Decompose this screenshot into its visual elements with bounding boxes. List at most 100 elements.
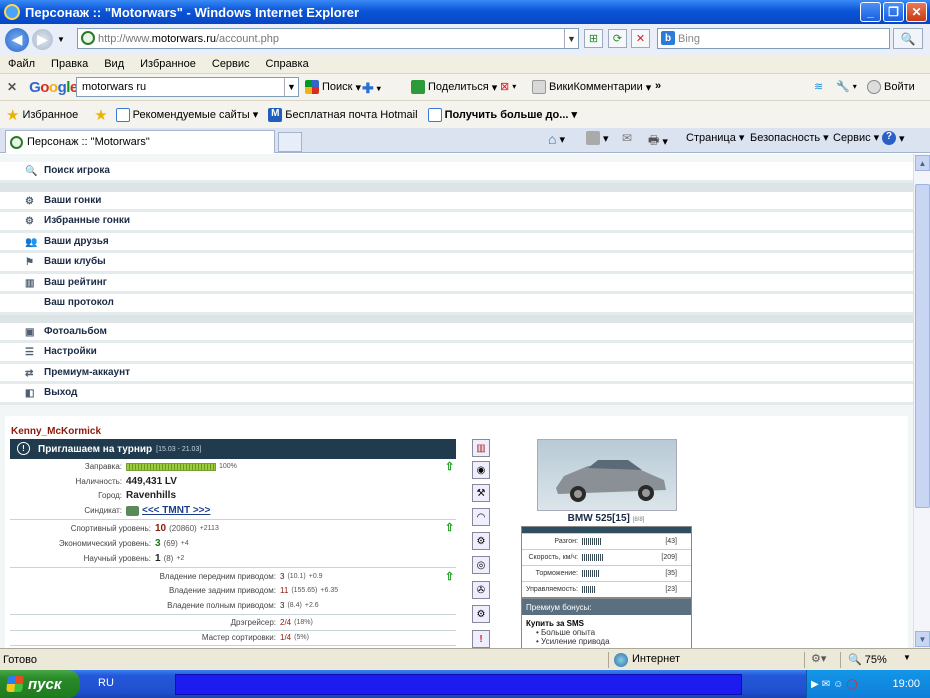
tires-icon[interactable]: ▥ <box>472 439 490 457</box>
site-menu: 🔍 Поиск игрока ⚙ Ваши гонки ⚙ Избранные гон… <box>0 162 913 405</box>
google-search-input[interactable]: motorwars ru ▼ <box>76 77 299 97</box>
wrench-icon[interactable]: 🔧 ▾ <box>836 80 857 93</box>
search-button[interactable]: 🔍 <box>893 28 923 49</box>
menu-tools[interactable]: Сервис <box>212 58 250 70</box>
player-name[interactable]: Kenny_McKormick <box>11 426 101 437</box>
search-input[interactable]: b Bing <box>657 28 890 49</box>
recent-pages-dropdown[interactable]: ▼ <box>57 35 65 44</box>
menu-favorites[interactable]: Избранное <box>140 58 196 70</box>
messenger-icon[interactable]: ☺ <box>833 679 843 690</box>
menu-item-friends[interactable]: 👥 Ваши друзья <box>0 232 913 253</box>
menu-file[interactable]: Файл <box>8 58 35 70</box>
google-search-dropdown[interactable]: ▼ <box>284 78 298 96</box>
buy-sms-link[interactable]: Купить за SMS <box>522 615 691 628</box>
stop-button[interactable]: ✕ <box>631 29 650 48</box>
refresh-button[interactable]: ⟳ <box>608 29 627 48</box>
clock: 19:00 <box>892 678 920 690</box>
close-button[interactable]: ✕ <box>906 2 927 22</box>
warning-icon[interactable]: ! <box>472 630 490 648</box>
plus-icon[interactable]: ✚ ▾ <box>362 80 381 97</box>
menu-item-your-races[interactable]: ⚙ Ваши гонки <box>0 191 913 212</box>
close-toolbar-icon[interactable]: ✕ <box>7 80 17 94</box>
address-dropdown[interactable]: ▼ <box>564 29 578 48</box>
forward-button[interactable]: ▶ <box>32 29 53 50</box>
print-button[interactable]: 🖶 ▾ <box>648 131 668 152</box>
fav-suggested-sites[interactable]: Рекомендуемые сайты ▾ <box>133 108 259 121</box>
wifi-icon[interactable]: ≋ <box>814 80 823 93</box>
bing-icon: b <box>661 31 675 45</box>
job-sorting-row: Мастер сортировки: 1/4 (5%) <box>201 633 309 642</box>
menu-item-clubs[interactable]: ⚑ Ваши клубы <box>0 253 913 274</box>
syndicate-row: Синдикат: <<< TMNT >>> <box>84 505 211 516</box>
fav-hotmail[interactable]: Бесплатная почта Hotmail <box>285 109 417 121</box>
menu-item-premium[interactable]: ⇄ Премиум-аккаунт <box>0 363 913 384</box>
menu-item-photo-album[interactable]: ▣ Фотоальбом <box>0 322 913 343</box>
menu-view[interactable]: Вид <box>104 58 124 70</box>
wheel-icon[interactable]: ◉ <box>472 461 490 479</box>
menu-item-settings[interactable]: ☰ Настройки <box>0 343 913 364</box>
share-button[interactable]: Поделиться ▾ <box>411 80 497 94</box>
menu-item-search-player[interactable]: 🔍 Поиск игрока <box>0 162 913 183</box>
car-name[interactable]: BMW 525[15] [8/8] <box>521 513 691 524</box>
mail-tray-icon[interactable]: ✉ <box>822 679 830 690</box>
feeds-button[interactable]: ▾ <box>586 131 609 145</box>
security-zone[interactable]: Интернет <box>632 653 680 665</box>
menu-item-protocol[interactable]: Ваш протокол <box>0 294 913 315</box>
brake-icon[interactable]: ◎ <box>472 556 490 574</box>
zoom-control[interactable]: 🔍 75% <box>848 653 887 666</box>
gauge-icon[interactable]: ◠ <box>472 508 490 526</box>
help-button[interactable]: ? ▾ <box>882 131 905 145</box>
compatibility-icon[interactable]: ⊞ <box>584 29 603 48</box>
maximize-button[interactable]: ❐ <box>883 2 904 22</box>
tools-menu[interactable]: Сервис ▾ <box>833 131 879 145</box>
safety-menu[interactable]: Безопасность ▾ <box>750 131 829 145</box>
zoom-dropdown[interactable]: ▼ <box>903 653 911 662</box>
opera-icon[interactable]: ◯ <box>846 679 857 690</box>
home-button[interactable]: ⌂ ▾ <box>548 131 565 147</box>
menu-item-rating[interactable]: ▥ Ваш рейтинг <box>0 273 913 294</box>
minimize-button[interactable]: _ <box>860 2 881 22</box>
sign-in-button[interactable]: Войти <box>867 80 915 94</box>
menu-item-exit[interactable]: ◧ Выход <box>0 384 913 405</box>
city-row: Город: Ravenhills <box>98 490 177 501</box>
popup-blocker-icon[interactable]: ⊠ ▾ <box>500 80 516 93</box>
engine-icon[interactable]: ⚙ <box>472 532 490 550</box>
syndicate-link[interactable]: <<< TMNT >>> <box>142 505 210 516</box>
car-image[interactable] <box>537 439 677 511</box>
turbo-icon[interactable]: ✇ <box>472 581 490 599</box>
protected-mode-icon[interactable]: ⚙▾ <box>811 652 826 665</box>
scroll-up-button[interactable]: ▲ <box>915 155 930 171</box>
back-button[interactable]: ◀ <box>5 27 29 52</box>
menu-help[interactable]: Справка <box>266 58 309 70</box>
mail-icon: ✉ <box>622 131 633 145</box>
up-arrow-icon[interactable]: ⇧ <box>445 460 454 473</box>
tool-icon[interactable]: ⚒ <box>472 484 490 502</box>
scroll-thumb[interactable] <box>915 184 930 508</box>
address-input[interactable]: http://www. motorwars.ru/account.php ▼ <box>77 28 579 49</box>
stat-speed: Скорость, км/ч: [209] <box>522 549 691 565</box>
up-arrow-icon[interactable]: ⇧ <box>445 521 454 534</box>
up-arrow-icon[interactable]: ⇧ <box>445 570 454 583</box>
fav-get-more-addons[interactable]: Получить больше до... ▾ <box>445 108 577 121</box>
scroll-down-button[interactable]: ▼ <box>915 631 930 647</box>
taskbar-window-button[interactable] <box>175 674 742 695</box>
tab-motorwars[interactable]: Персонаж :: "Motorwars" <box>5 130 275 153</box>
add-favorite-icon[interactable]: ★ <box>94 106 107 124</box>
start-button[interactable]: пуск <box>0 670 80 698</box>
more-tools-button[interactable]: » <box>655 80 661 92</box>
wiki-comments-button[interactable]: ВикиКомментарии ▾ <box>532 80 651 94</box>
menu-item-favorite-races[interactable]: ⚙ Избранные гонки <box>0 212 913 233</box>
tournament-banner[interactable]: ! Приглашаем на турнир [15.03 - 21.03] <box>10 439 456 459</box>
media-icon[interactable]: ▶ <box>811 679 819 690</box>
menu-edit[interactable]: Правка <box>51 58 88 70</box>
google-search-button[interactable]: Поиск ▾ <box>305 80 361 94</box>
drive-front-row: Владение передним приводом: 3 (10.1) +0.… <box>159 572 323 581</box>
page-menu[interactable]: Страница ▾ <box>686 131 744 145</box>
mail-button[interactable]: ✉ <box>622 131 632 145</box>
gearbox-icon[interactable]: ⚙ <box>472 605 490 623</box>
new-tab-button[interactable] <box>278 132 302 152</box>
vertical-scrollbar[interactable]: ▲ ▼ <box>913 154 930 648</box>
favorites-button[interactable]: Избранное <box>22 109 78 121</box>
language-indicator[interactable]: RU <box>98 677 114 689</box>
premium-icon: ⇄ <box>25 367 34 379</box>
